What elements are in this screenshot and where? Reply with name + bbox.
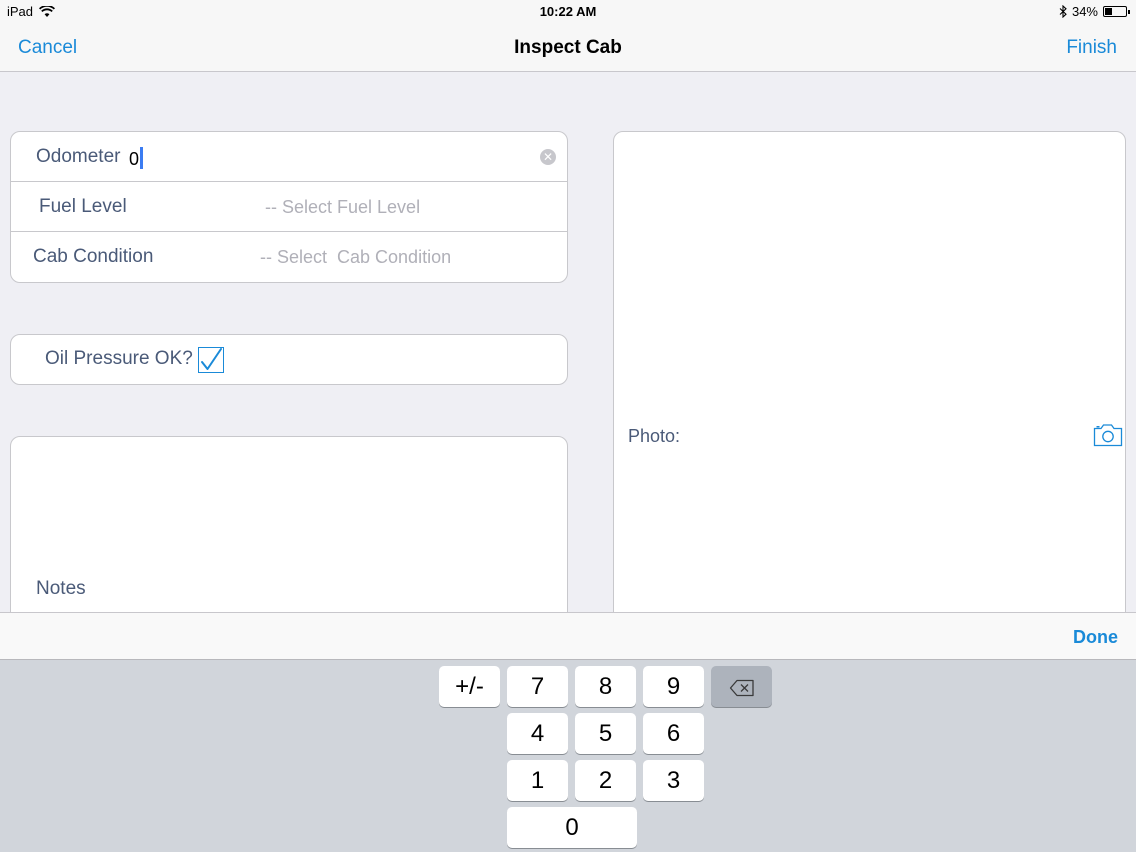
key-2[interactable]: 2 (575, 760, 636, 801)
status-time: 10:22 AM (539, 4, 597, 19)
status-bar: iPad 10:22 AM 34% (0, 0, 1136, 24)
photo-group: Photo: (613, 131, 1126, 636)
odometer-row[interactable]: Odometer 0 ✕ (11, 132, 567, 182)
page-title: Inspect Cab (514, 37, 622, 58)
key-0[interactable]: 0 (507, 807, 637, 848)
fuel-level-select[interactable]: -- Select Fuel Level (265, 197, 420, 218)
cab-condition-label: Cab Condition (33, 246, 154, 267)
key-8[interactable]: 8 (575, 666, 636, 707)
bluetooth-icon (1059, 5, 1067, 18)
key-9[interactable]: 9 (643, 666, 704, 707)
backspace-icon (729, 679, 754, 696)
odometer-input[interactable]: 0 (129, 147, 144, 170)
battery-percent: 34% (1071, 4, 1098, 19)
navigation-bar: Cancel Inspect Cab Finish (0, 24, 1136, 72)
cab-condition-select[interactable]: -- Select Cab Condition (260, 247, 451, 268)
key-1[interactable]: 1 (507, 760, 568, 801)
plus-minus-key[interactable]: +/- (439, 666, 500, 707)
odometer-label: Odometer (36, 146, 121, 167)
notes-group[interactable]: Notes (10, 436, 568, 636)
keyboard-accessory-bar: Done (0, 612, 1136, 660)
checkmark-icon[interactable] (198, 347, 224, 373)
oil-pressure-group: Oil Pressure OK? (10, 334, 568, 385)
oil-pressure-label: Oil Pressure OK? (45, 348, 193, 369)
photo-label: Photo: (628, 426, 681, 446)
key-6[interactable]: 6 (643, 713, 704, 754)
finish-button[interactable]: Finish (1066, 37, 1117, 59)
odometer-value: 0 (129, 149, 140, 169)
camera-icon[interactable] (1093, 423, 1123, 447)
key-4[interactable]: 4 (507, 713, 568, 754)
fuel-level-row[interactable]: Fuel Level -- Select Fuel Level (11, 182, 567, 232)
cancel-button[interactable]: Cancel (18, 37, 77, 59)
text-cursor (140, 147, 144, 169)
notes-label: Notes (36, 578, 86, 599)
battery-icon (1103, 6, 1130, 17)
key-5[interactable]: 5 (575, 713, 636, 754)
done-button[interactable]: Done (1073, 627, 1118, 648)
clear-icon[interactable]: ✕ (540, 149, 556, 165)
backspace-key[interactable] (711, 666, 772, 707)
cab-condition-row[interactable]: Cab Condition -- Select Cab Condition (11, 232, 567, 282)
key-7[interactable]: 7 (507, 666, 568, 707)
details-group: Odometer 0 ✕ Fuel Level -- Select Fuel L… (10, 131, 568, 283)
key-3[interactable]: 3 (643, 760, 704, 801)
numeric-keypad: +/- 7 8 9 4 5 6 1 2 3 0 (0, 660, 1136, 852)
battery-level (1105, 8, 1112, 15)
fuel-level-label: Fuel Level (39, 196, 127, 217)
status-bar-right: 34% (1059, 4, 1130, 19)
